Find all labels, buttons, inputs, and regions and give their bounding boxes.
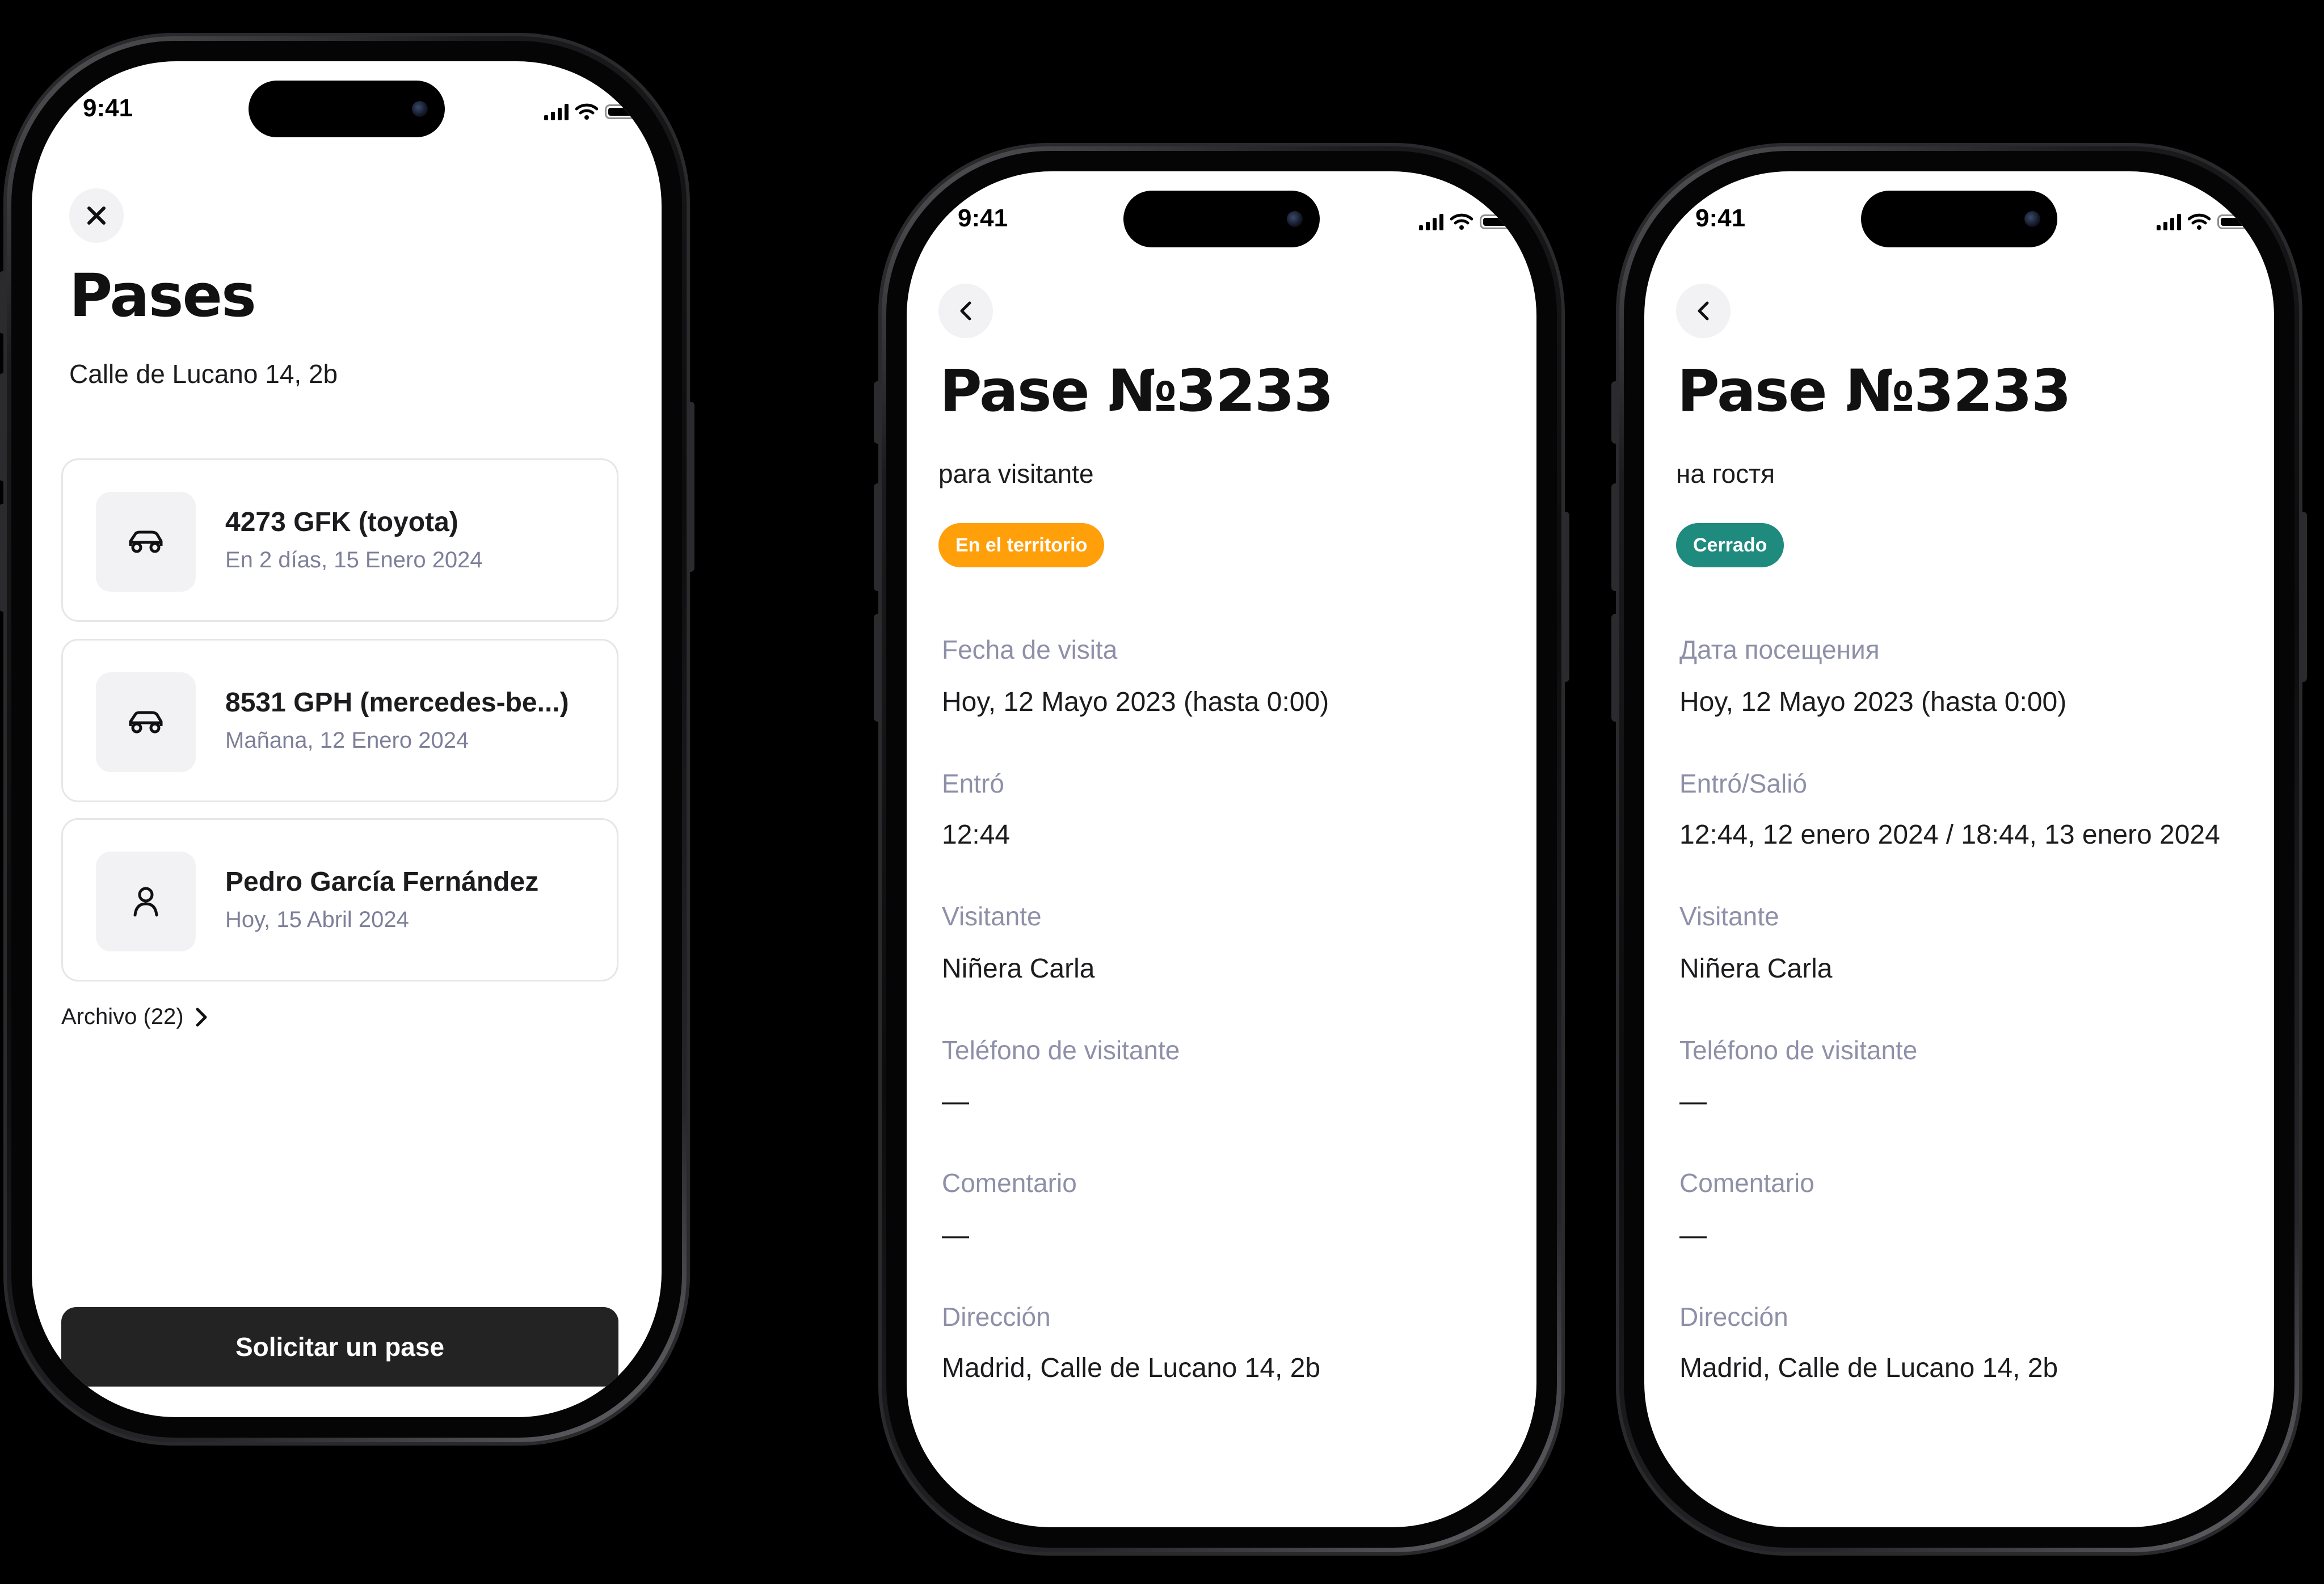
status-time: 9:41 <box>83 94 133 122</box>
screen: 9:41 Pase №3233 на гостя Cerrado Дата по… <box>1644 171 2274 1527</box>
battery-icon <box>1480 214 1516 229</box>
pass-title: Pase №3233 <box>940 357 1334 425</box>
power-button <box>1561 512 1569 682</box>
field-value: Niñera Carla <box>942 954 1095 984</box>
pass-card[interactable]: 4273 GFK (toyota) En 2 días, 15 Enero 20… <box>61 458 618 622</box>
side-button <box>0 271 7 334</box>
status-time: 9:41 <box>958 204 1008 232</box>
pass-subtitle: para visitante <box>938 459 1094 488</box>
back-button[interactable] <box>938 284 993 338</box>
status-icons <box>1419 208 1516 230</box>
camera-icon <box>412 101 428 117</box>
address-label: Calle de Lucano 14, 2b <box>69 359 338 389</box>
pass-title: 8531 GPH (mercedes-be...) <box>225 688 569 718</box>
wifi-icon <box>2188 213 2211 230</box>
status-badge: Cerrado <box>1676 523 1784 567</box>
screen: 9:41 Pases Calle de Lucano 14, 2b 4273 G… <box>32 61 662 1417</box>
close-icon <box>87 207 106 225</box>
field-value: Niñera Carla <box>1679 954 1833 984</box>
camera-icon <box>2024 211 2040 227</box>
phone-pass-detail-closed: 9:41 Pase №3233 на гостя Cerrado Дата по… <box>1611 143 2307 1556</box>
chevron-left-icon <box>1698 301 1709 321</box>
pass-date: Mañana, 12 Enero 2024 <box>225 728 469 753</box>
pass-card[interactable]: 8531 GPH (mercedes-be...) Mañana, 12 Ene… <box>61 639 618 802</box>
archive-label: Archivo (22) <box>61 1004 184 1029</box>
screen: 9:41 Pase №3233 para visitante En el ter… <box>907 171 1536 1527</box>
field-value: — <box>1679 1086 1707 1117</box>
field-value: — <box>942 1086 969 1117</box>
back-button[interactable] <box>1676 284 1731 338</box>
archive-link[interactable]: Archivo (22) <box>61 1004 208 1030</box>
status-icons <box>2157 208 2254 230</box>
signal-icon <box>1419 213 1443 230</box>
side-button <box>1611 483 1619 591</box>
car-icon <box>96 492 196 592</box>
power-button <box>2299 512 2307 682</box>
side-button <box>1611 381 1619 444</box>
field-label: Entró/Salió <box>1679 769 1808 798</box>
side-button <box>1611 614 1619 722</box>
pass-date: En 2 días, 15 Enero 2024 <box>225 547 483 572</box>
side-button <box>0 504 7 612</box>
side-button <box>874 381 882 444</box>
field-value: — <box>942 1220 969 1250</box>
pass-title: 4273 GFK (toyota) <box>225 507 458 537</box>
field-label: Teléfono de visitante <box>1679 1035 1918 1065</box>
field-value: Hoy, 12 Mayo 2023 (hasta 0:00) <box>942 687 1329 717</box>
status-badge: En el territorio <box>938 523 1105 567</box>
field-label: Дата посещения <box>1679 635 1880 664</box>
phone-pases-list: 9:41 Pases Calle de Lucano 14, 2b 4273 G… <box>0 33 694 1446</box>
field-label: Fecha de visita <box>942 635 1118 664</box>
dynamic-island <box>1861 191 2057 247</box>
field-label: Comentario <box>942 1168 1077 1198</box>
field-label: Teléfono de visitante <box>942 1035 1180 1065</box>
dynamic-island <box>1123 191 1320 247</box>
dynamic-island <box>249 81 445 137</box>
signal-icon <box>544 103 569 120</box>
signal-icon <box>2157 213 2181 230</box>
power-button <box>687 402 694 572</box>
status-time: 9:41 <box>1695 204 1746 232</box>
phone-pass-detail-es: 9:41 Pase №3233 para visitante En el ter… <box>874 143 1569 1556</box>
field-label: Entró <box>942 769 1004 798</box>
field-label: Visitante <box>942 901 1042 931</box>
pass-title: Pedro García Fernández <box>225 867 539 897</box>
side-button <box>874 614 882 722</box>
field-value: Madrid, Calle de Lucano 14, 2b <box>942 1353 1321 1383</box>
pass-card[interactable]: Pedro García Fernández Hoy, 15 Abril 202… <box>61 818 618 981</box>
side-button <box>0 373 7 481</box>
status-icons <box>544 98 641 120</box>
battery-icon <box>605 104 641 119</box>
field-value: Hoy, 12 Mayo 2023 (hasta 0:00) <box>1679 687 2067 717</box>
field-label: Visitante <box>1679 901 1779 931</box>
side-button <box>874 483 882 591</box>
field-value: 12:44 <box>942 820 1011 850</box>
pass-title: Pase №3233 <box>1677 357 2072 425</box>
field-value: Madrid, Calle de Lucano 14, 2b <box>1679 1353 2058 1383</box>
field-label: Dirección <box>942 1302 1051 1332</box>
field-label: Dirección <box>1679 1302 1788 1332</box>
field-value: — <box>1679 1220 1707 1250</box>
close-button[interactable] <box>69 188 124 243</box>
car-icon <box>96 672 196 772</box>
camera-icon <box>1287 211 1303 227</box>
person-icon <box>96 852 196 951</box>
field-value: 12:44, 12 enero 2024 / 18:44, 13 enero 2… <box>1679 820 2220 850</box>
battery-icon <box>2217 214 2254 229</box>
pass-date: Hoy, 15 Abril 2024 <box>225 907 409 932</box>
page-title: Pases <box>69 261 256 330</box>
field-label: Comentario <box>1679 1168 1814 1198</box>
pass-subtitle: на гостя <box>1676 459 1775 488</box>
request-pass-button[interactable]: Solicitar un pase <box>61 1307 618 1387</box>
wifi-icon <box>1450 213 1473 230</box>
wifi-icon <box>575 103 598 120</box>
chevron-left-icon <box>960 301 971 321</box>
chevron-right-icon <box>196 1008 207 1026</box>
